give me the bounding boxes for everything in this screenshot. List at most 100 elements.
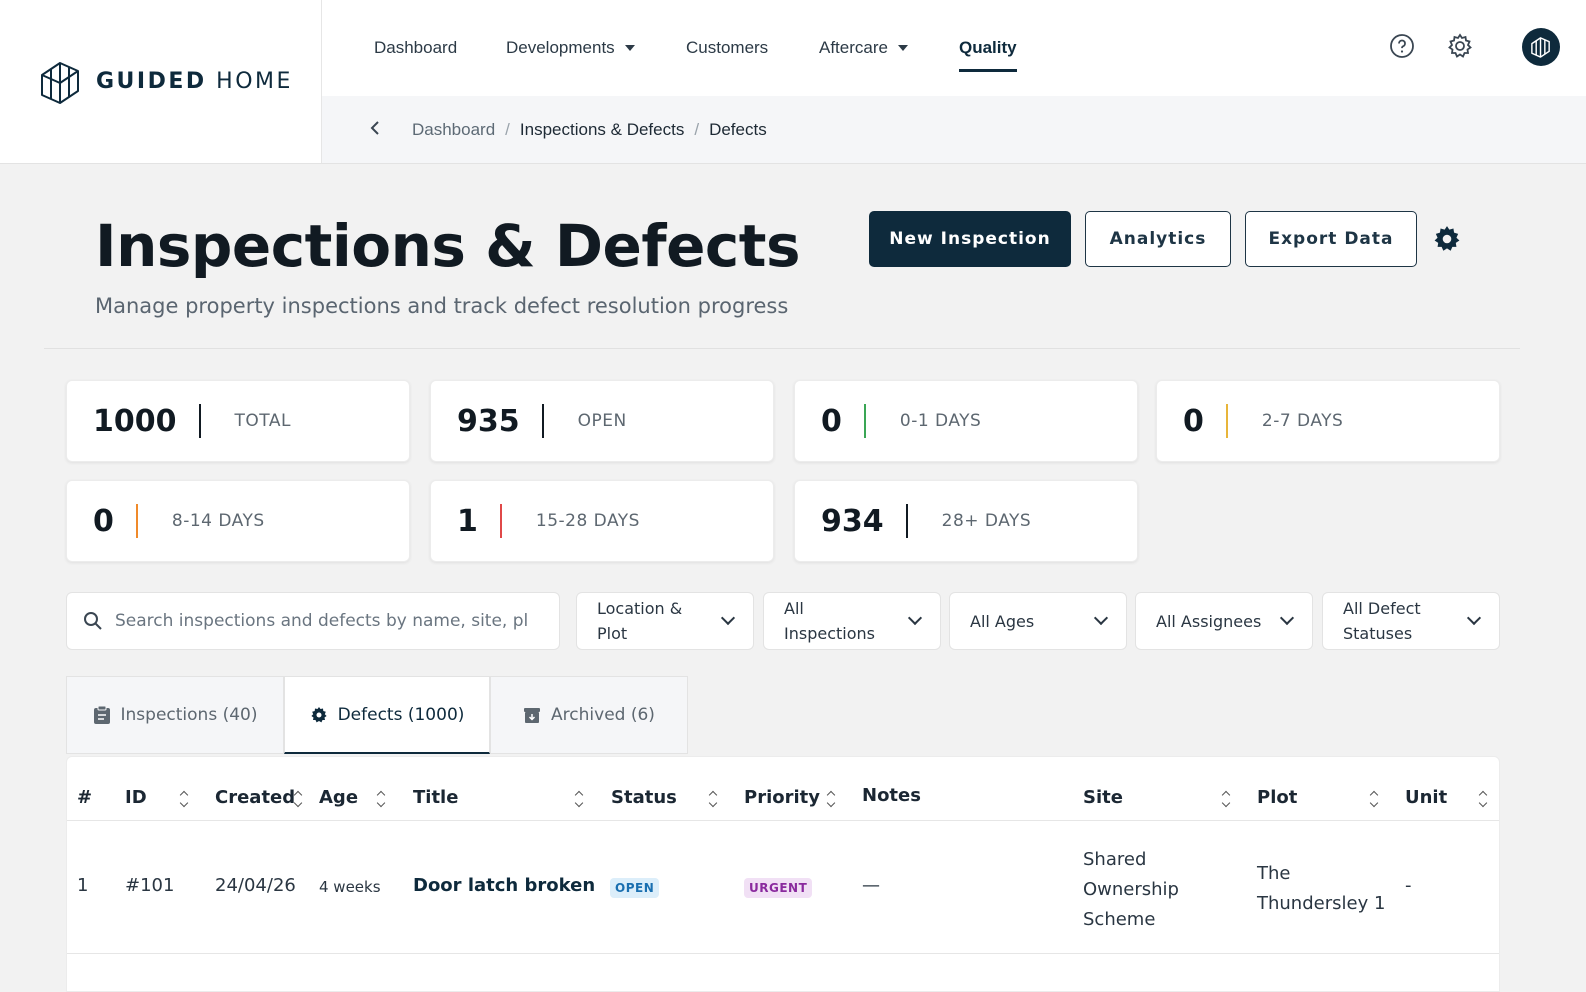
breadcrumb-inspections[interactable]: Inspections & Defects bbox=[520, 120, 684, 140]
filter-label: Statuses bbox=[1343, 624, 1413, 643]
clipboard-icon bbox=[93, 705, 110, 724]
filter-label: All Defect bbox=[1343, 599, 1421, 618]
sort-icon[interactable] bbox=[709, 790, 719, 808]
stat-label: 0-1 DAYS bbox=[899, 411, 982, 431]
stat-accent-bar bbox=[863, 404, 866, 438]
column-header-notes: Notes bbox=[862, 785, 921, 806]
stat-value: 0 bbox=[93, 503, 114, 539]
filter-label: Location & bbox=[597, 599, 683, 618]
cell-plot: The Thundersley 1 bbox=[1257, 863, 1386, 914]
nav-dashboard[interactable]: Dashboard bbox=[374, 38, 457, 58]
stat-value: 935 bbox=[457, 403, 520, 439]
cell-title-link[interactable]: Door latch broken bbox=[413, 875, 595, 896]
column-header-created[interactable]: Created bbox=[215, 787, 295, 808]
stat-card-open[interactable]: 935 OPEN bbox=[430, 380, 774, 462]
stat-card-8-14-days[interactable]: 0 8-14 DAYS bbox=[66, 480, 410, 562]
filter-defect-statuses[interactable]: All Defect Statuses bbox=[1322, 592, 1500, 650]
tab-label: Inspections (40) bbox=[120, 705, 258, 725]
chevron-down-icon bbox=[720, 610, 736, 626]
sort-icon[interactable] bbox=[377, 790, 387, 808]
column-header-plot[interactable]: Plot bbox=[1257, 787, 1297, 808]
stat-accent-bar bbox=[135, 504, 138, 538]
cell-created: 24/04/26 bbox=[215, 875, 296, 896]
column-header-status[interactable]: Status bbox=[611, 787, 677, 808]
new-inspection-button[interactable]: New Inspection bbox=[869, 211, 1071, 267]
priority-badge: URGENT bbox=[744, 878, 813, 898]
stat-value: 1 bbox=[457, 503, 478, 539]
cell-number: 1 bbox=[77, 875, 89, 896]
brand-name: GUIDED HOME bbox=[96, 69, 293, 94]
column-header-priority[interactable]: Priority bbox=[744, 787, 820, 808]
chevron-down-icon bbox=[1093, 610, 1109, 626]
sort-icon[interactable] bbox=[1479, 790, 1489, 808]
export-data-button[interactable]: Export Data bbox=[1245, 211, 1417, 267]
breadcrumb-separator: / bbox=[505, 120, 510, 139]
filter-ages[interactable]: All Ages bbox=[949, 592, 1127, 650]
help-icon[interactable] bbox=[1388, 32, 1416, 60]
tab-defects[interactable]: Defects (1000) bbox=[284, 676, 490, 754]
filter-label: All Assignees bbox=[1156, 611, 1262, 631]
stat-accent-bar bbox=[1225, 404, 1228, 438]
tab-inspections[interactable]: Inspections (40) bbox=[66, 676, 284, 754]
stat-label: TOTAL bbox=[234, 411, 291, 431]
page-title: Inspections & Defects bbox=[95, 212, 801, 280]
column-header-unit[interactable]: Unit bbox=[1405, 787, 1447, 808]
stat-value: 0 bbox=[821, 403, 842, 439]
stat-card-total[interactable]: 1000 TOTAL bbox=[66, 380, 410, 462]
search-input[interactable] bbox=[115, 611, 535, 631]
tab-archived[interactable]: Archived (6) bbox=[490, 676, 688, 754]
stat-card-28-plus-days[interactable]: 934 28+ DAYS bbox=[794, 480, 1138, 562]
row-divider bbox=[67, 953, 1499, 954]
main-nav: Dashboard Developments Customers Afterca… bbox=[322, 0, 1586, 96]
column-header-id[interactable]: ID bbox=[125, 787, 147, 808]
sort-icon[interactable] bbox=[180, 790, 190, 808]
stat-accent-bar bbox=[499, 504, 502, 538]
sort-icon[interactable] bbox=[827, 790, 837, 808]
settings-icon[interactable] bbox=[1446, 32, 1474, 60]
column-header-title[interactable]: Title bbox=[413, 787, 458, 808]
tab-label: Archived (6) bbox=[551, 705, 655, 725]
sort-icon[interactable] bbox=[575, 790, 585, 808]
back-chevron-icon[interactable] bbox=[370, 120, 380, 140]
search-icon bbox=[84, 612, 102, 630]
filter-location-plot[interactable]: Location & Plot bbox=[576, 592, 754, 650]
breadcrumb-dashboard[interactable]: Dashboard bbox=[412, 120, 495, 140]
sort-icon[interactable] bbox=[1370, 790, 1380, 808]
nav-customers[interactable]: Customers bbox=[686, 38, 768, 58]
search-box bbox=[66, 592, 560, 650]
stat-accent-bar bbox=[541, 404, 544, 438]
stat-card-2-7-days[interactable]: 0 2-7 DAYS bbox=[1156, 380, 1500, 462]
cell-age: 4 weeks bbox=[319, 878, 381, 896]
avatar[interactable] bbox=[1522, 28, 1560, 66]
nav-quality[interactable]: Quality bbox=[959, 38, 1017, 72]
bug-icon bbox=[310, 706, 327, 722]
stat-label: 15-28 DAYS bbox=[535, 511, 640, 531]
nav-aftercare[interactable]: Aftercare bbox=[819, 38, 908, 58]
filter-inspections[interactable]: All Inspections bbox=[763, 592, 941, 650]
stat-label: OPEN bbox=[577, 411, 627, 431]
column-header-age[interactable]: Age bbox=[319, 787, 358, 808]
chevron-down-icon bbox=[907, 610, 923, 626]
filter-label: Inspections bbox=[784, 624, 875, 643]
stat-value: 1000 bbox=[93, 403, 177, 439]
sort-icon[interactable] bbox=[294, 790, 304, 808]
stat-label: 2-7 DAYS bbox=[1261, 411, 1344, 431]
filter-label: All bbox=[784, 599, 804, 618]
sort-icon[interactable] bbox=[1222, 790, 1232, 808]
chevron-down-icon bbox=[1466, 610, 1482, 626]
breadcrumb-separator: / bbox=[694, 120, 700, 139]
cell-unit: - bbox=[1405, 875, 1412, 896]
breadcrumb-current: Defects bbox=[709, 120, 767, 139]
analytics-button[interactable]: Analytics bbox=[1085, 211, 1231, 267]
page-settings-gear-icon[interactable] bbox=[1432, 224, 1462, 254]
stat-card-0-1-days[interactable]: 0 0-1 DAYS bbox=[794, 380, 1138, 462]
brand-logo[interactable]: GUIDED HOME bbox=[0, 0, 322, 164]
tab-label: Defects (1000) bbox=[337, 704, 465, 725]
nav-developments[interactable]: Developments bbox=[506, 38, 635, 58]
stat-card-15-28-days[interactable]: 1 15-28 DAYS bbox=[430, 480, 774, 562]
house-logo-icon bbox=[41, 61, 79, 104]
filter-label: Plot bbox=[597, 624, 628, 643]
archive-icon bbox=[524, 708, 541, 723]
filter-assignees[interactable]: All Assignees bbox=[1135, 592, 1313, 650]
column-header-site[interactable]: Site bbox=[1083, 787, 1123, 808]
